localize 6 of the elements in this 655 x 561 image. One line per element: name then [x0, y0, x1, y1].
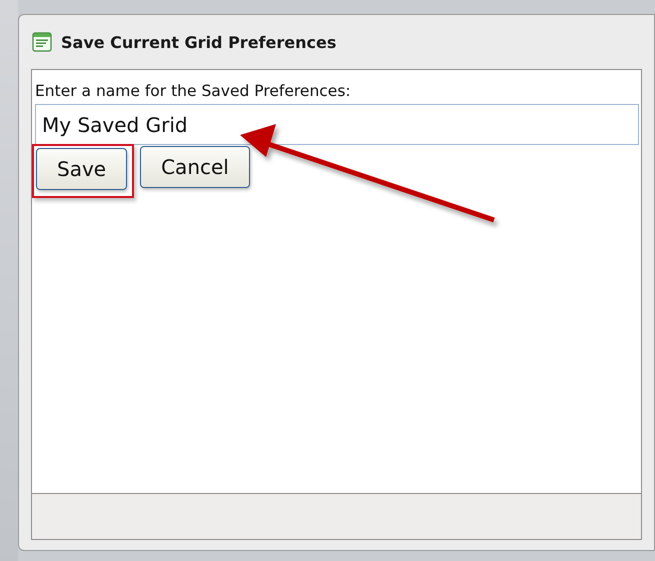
field-label: Enter a name for the Saved Preferences:	[35, 81, 351, 102]
form-icon	[32, 32, 52, 52]
dialog-title: Save Current Grid Preferences	[61, 32, 336, 52]
dialog-button[interactable]: Cancel	[140, 146, 250, 188]
dialog-button[interactable]: Save	[36, 148, 128, 190]
name-input-field[interactable]: My Saved Grid	[35, 104, 639, 145]
